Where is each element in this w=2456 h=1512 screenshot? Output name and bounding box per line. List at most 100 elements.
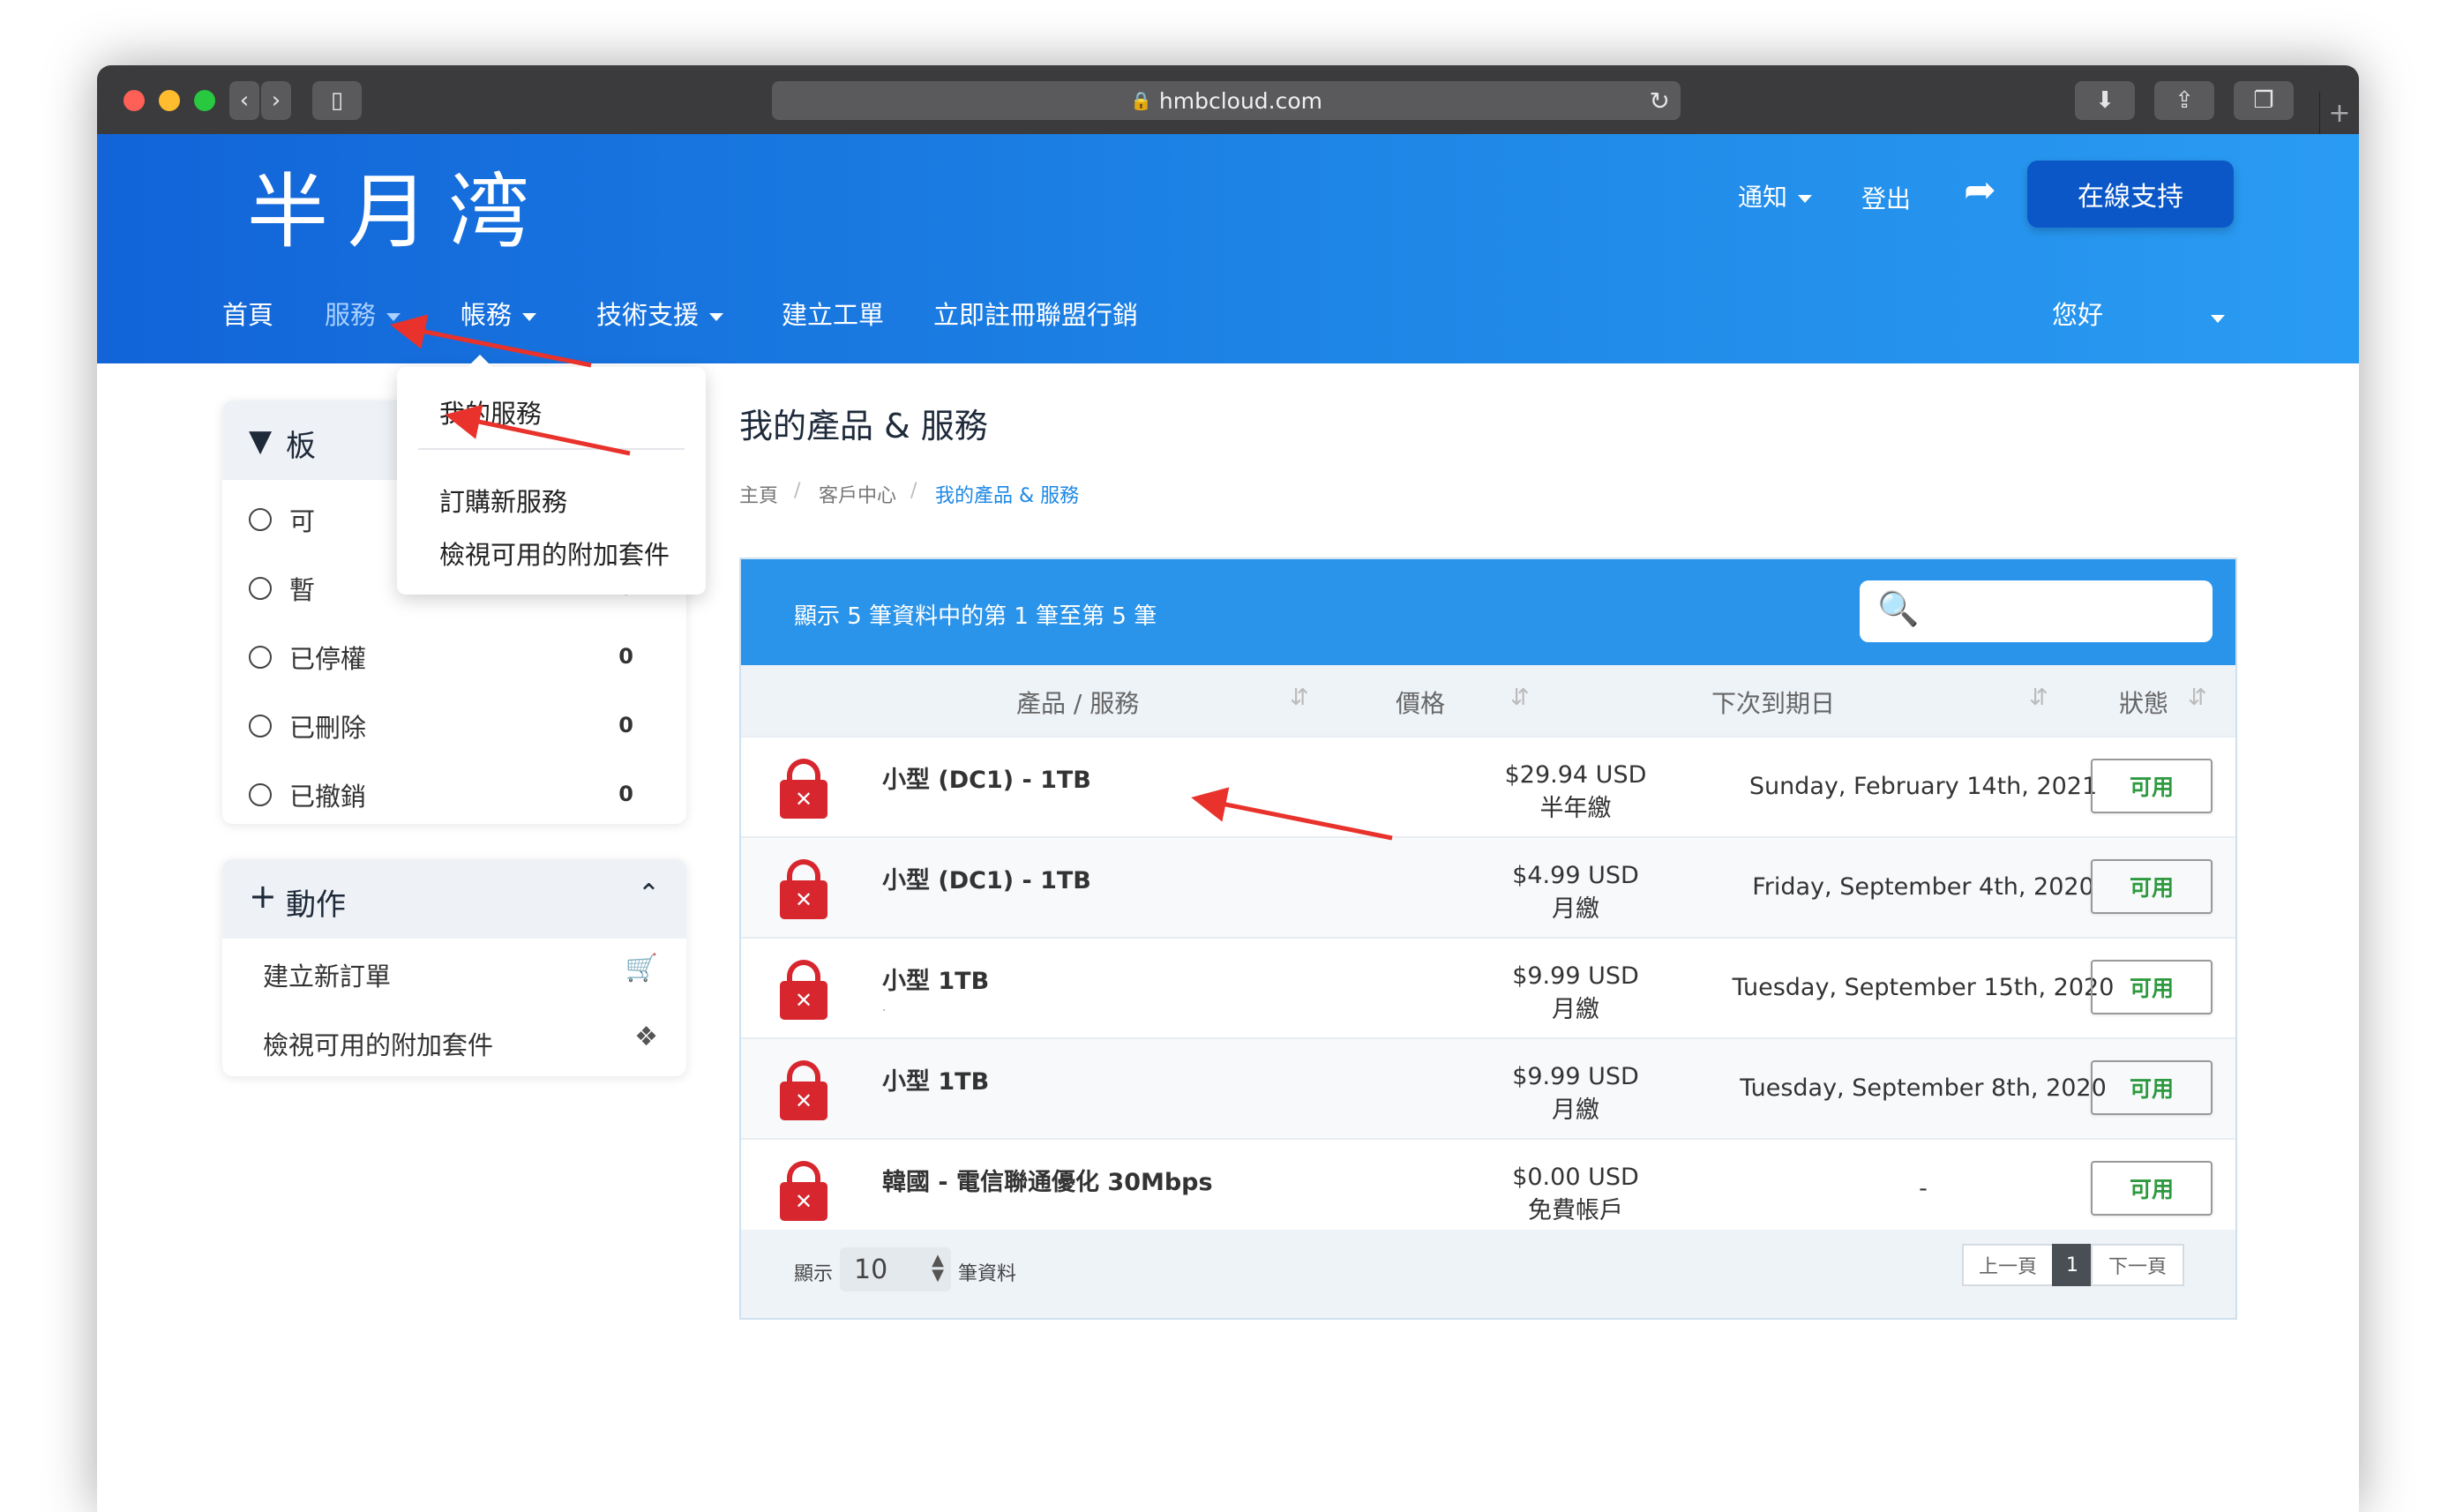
column-due-date[interactable]: 下次到期日 xyxy=(1711,685,1835,720)
search-icon: 🔍 xyxy=(1877,589,1920,628)
url-text: hmbcloud.com xyxy=(1158,87,1322,114)
status-badge[interactable]: 可用 xyxy=(2091,960,2213,1014)
dropdown-order-new[interactable]: 訂購新服務 xyxy=(439,482,567,519)
greeting-chevron-icon[interactable] xyxy=(2211,302,2225,332)
nav-open-ticket[interactable]: 建立工單 xyxy=(782,295,884,332)
filter-item-suspended[interactable]: 已停權 xyxy=(249,639,366,676)
breadcrumb-client-area[interactable]: 客戶中心 xyxy=(819,480,896,508)
sort-icon[interactable]: ⇵ xyxy=(2188,685,2207,711)
close-window-button[interactable] xyxy=(124,90,145,111)
actions-panel-header[interactable]: + 動作 ⌃ xyxy=(222,859,686,939)
site-header: 半月湾 通知 登出 ➦ 在線支持 首頁 服務 帳務 技術支援 建立工單 立即註冊… xyxy=(97,134,2359,363)
product-name[interactable]: 韓國 - 電信聯通優化 30Mbps xyxy=(882,1163,1213,1197)
breadcrumb-home[interactable]: 主頁 xyxy=(739,480,778,508)
product-name[interactable]: 小型 (DC1) - 1TB xyxy=(882,760,1091,795)
status-badge[interactable]: 可用 xyxy=(2091,759,2213,813)
column-price[interactable]: 價格 xyxy=(1396,685,1445,720)
breadcrumb-separator: / xyxy=(910,480,917,502)
column-status[interactable]: 狀態 xyxy=(2119,685,2168,720)
table-search-input[interactable]: 🔍 xyxy=(1860,580,2213,642)
lock-icon: 🔒 xyxy=(1129,90,1152,111)
nav-support[interactable]: 技術支援 xyxy=(596,295,724,332)
filter-panel-title: 板 xyxy=(286,429,316,464)
page-size-label: 顯示 xyxy=(794,1263,834,1285)
product-domain: . xyxy=(882,1000,887,1014)
next-page-button[interactable]: 下一頁 xyxy=(2091,1244,2184,1286)
status-badge[interactable]: 可用 xyxy=(2091,859,2213,914)
filter-count: 0 xyxy=(618,644,633,669)
lock-icon: ✕ xyxy=(780,1161,827,1221)
filter-icon: ▼ xyxy=(249,423,273,459)
action-view-addons[interactable]: 檢視可用的附加套件 xyxy=(263,1025,493,1062)
filter-item-pending[interactable]: 暫 xyxy=(249,570,315,607)
notify-menu[interactable]: 通知 xyxy=(1738,178,1813,213)
live-support-button[interactable]: 在線支持 xyxy=(2027,161,2234,228)
lock-icon: ✕ xyxy=(780,960,827,1020)
actions-panel-title: 動作 xyxy=(286,887,346,923)
table-footer: 顯示 10 ▲ ▼ 筆資料 上一頁 1 下一頁 xyxy=(741,1230,2235,1318)
chevron-down-icon xyxy=(386,312,401,321)
new-tab-icon[interactable]: + xyxy=(2319,92,2359,134)
table-row[interactable]: ✕ 小型 (DC1) - 1TB $4.99 USD 月繳 Friday, Sep… xyxy=(741,836,2235,937)
column-product[interactable]: 產品 / 服務 xyxy=(1016,685,1139,720)
action-new-order[interactable]: 建立新訂單 xyxy=(263,956,391,993)
table-info: 顯示 5 筆資料中的第 1 筆至第 5 筆 xyxy=(794,603,1157,630)
logout-link[interactable]: 登出 xyxy=(1861,180,1911,215)
nav-affiliate[interactable]: 立即註冊聯盟行銷 xyxy=(933,295,1138,332)
page-size-select[interactable]: 10 ▲ ▼ xyxy=(840,1247,951,1291)
filter-count: 0 xyxy=(618,782,633,806)
site-logo[interactable]: 半月湾 xyxy=(247,146,549,264)
table-row[interactable]: ✕ 韓國 - 電信聯通優化 30Mbps $0.00 USD 免費帳戶 - 可用 xyxy=(741,1138,2235,1231)
chevron-down-icon xyxy=(709,312,724,321)
lock-icon: ✕ xyxy=(780,859,827,919)
back-icon[interactable]: ‹ xyxy=(229,81,259,120)
cubes-icon: ❖ xyxy=(634,1022,658,1052)
services-table: 顯示 5 筆資料中的第 1 筆至第 5 筆 🔍 產品 / 服務 ⇵ 價格 ⇵ 下… xyxy=(739,558,2237,1320)
dropdown-my-services[interactable]: 我的服務 xyxy=(439,393,542,430)
tabs-icon[interactable]: ❐ xyxy=(2234,81,2294,120)
logout-icon[interactable]: ➦ xyxy=(1964,168,1996,213)
product-name[interactable]: 小型 (DC1) - 1TB xyxy=(882,861,1091,895)
current-page-button[interactable]: 1 xyxy=(2052,1244,2093,1286)
browser-window: ‹ › ▯ 🔒 hmbcloud.com ↻ ⬇ ⇪ ❐ + 半月湾 通知 登出… xyxy=(97,65,2359,1512)
filter-item-cancelled[interactable]: 已撤銷 xyxy=(249,776,366,813)
nav-billing[interactable]: 帳務 xyxy=(460,295,537,332)
chevron-down-icon xyxy=(1798,194,1813,203)
sidebar-toggle-icon[interactable]: ▯ xyxy=(312,81,362,120)
sort-icon[interactable]: ⇵ xyxy=(2029,685,2048,711)
reload-icon[interactable]: ↻ xyxy=(1650,86,1670,116)
zoom-window-button[interactable] xyxy=(194,90,215,111)
actions-panel: + 動作 ⌃ 建立新訂單 🛒 檢視可用的附加套件 ❖ xyxy=(222,859,686,1076)
table-row[interactable]: ✕ 小型 1TB . $9.99 USD 月繳 Tuesday, Septembe… xyxy=(741,937,2235,1037)
table-header: 產品 / 服務 ⇵ 價格 ⇵ 下次到期日 ⇵ 狀態 ⇵ xyxy=(741,665,2235,842)
records-label: 筆資料 xyxy=(958,1263,1017,1285)
plus-icon: + xyxy=(249,877,277,916)
nav-home[interactable]: 首頁 xyxy=(222,295,273,332)
status-badge[interactable]: 可用 xyxy=(2091,1060,2213,1115)
filter-item-active[interactable]: 可 xyxy=(249,501,315,538)
product-name[interactable]: 小型 1TB xyxy=(882,1062,989,1097)
dropdown-view-addons[interactable]: 檢視可用的附加套件 xyxy=(439,535,670,572)
sort-icon[interactable]: ⇵ xyxy=(1290,685,1309,711)
address-bar[interactable]: 🔒 hmbcloud.com ↻ xyxy=(772,81,1681,120)
chevron-down-icon xyxy=(522,312,537,321)
dropdown-divider xyxy=(418,448,685,450)
download-icon[interactable]: ⬇ xyxy=(2075,81,2135,120)
breadcrumb-current: 我的產品 & 服務 xyxy=(935,485,1080,507)
prev-page-button[interactable]: 上一頁 xyxy=(1962,1244,2054,1286)
table-row[interactable]: ✕ 小型 1TB $9.99 USD 月繳 Tuesday, September … xyxy=(741,1037,2235,1138)
nav-greeting[interactable]: 您好 xyxy=(2052,295,2103,332)
nav-services[interactable]: 服務 xyxy=(325,295,401,332)
breadcrumb-separator: / xyxy=(794,480,801,502)
share-icon[interactable]: ⇪ xyxy=(2154,81,2214,120)
chevron-up-icon[interactable]: ⌃ xyxy=(638,879,660,909)
forward-icon[interactable]: › xyxy=(261,81,291,120)
table-row[interactable]: ✕ 小型 (DC1) - 1TB $29.94 USD 半年繳 Sunday, F… xyxy=(741,736,2235,836)
filter-count: 0 xyxy=(618,713,633,737)
status-badge[interactable]: 可用 xyxy=(2091,1161,2213,1216)
product-name[interactable]: 小型 1TB xyxy=(882,962,989,996)
filter-item-deleted[interactable]: 已刪除 xyxy=(249,707,366,745)
minimize-window-button[interactable] xyxy=(159,90,180,111)
sort-icon[interactable]: ⇵ xyxy=(1510,685,1530,711)
cart-icon: 🛒 xyxy=(625,953,658,984)
